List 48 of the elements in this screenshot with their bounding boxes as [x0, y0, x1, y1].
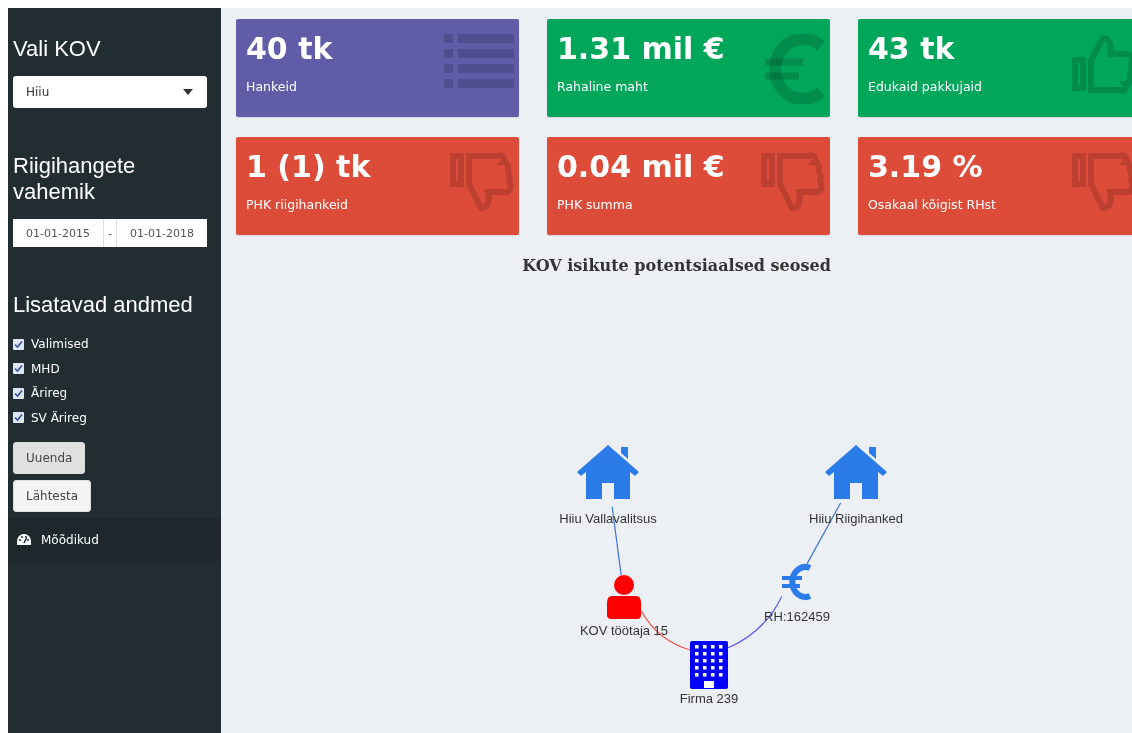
- graph-title: KOV isikute potentsiaalsed seosed: [521, 256, 832, 275]
- section-heading: Vali KOV: [13, 35, 102, 62]
- building-icon[interactable]: [690, 641, 728, 689]
- node-label: Firma 239: [679, 691, 739, 706]
- action-button[interactable]: Lähtesta: [13, 480, 92, 512]
- checkbox[interactable]: [13, 338, 24, 350]
- section-heading: Lisatavad andmed: [13, 292, 194, 318]
- house-icon[interactable]: [575, 443, 641, 499]
- checkbox[interactable]: [13, 412, 24, 424]
- start-date-field[interactable]: 01-01-2015: [13, 219, 103, 247]
- value-label: Hankeid: [246, 79, 297, 94]
- action-button[interactable]: Uuenda: [13, 442, 86, 474]
- value-label: PHK summa: [557, 197, 633, 212]
- value-label: PHK riigihankeid: [246, 197, 348, 212]
- value-number: 0.04 mil €: [557, 149, 725, 185]
- thumbs-up-icon: [1072, 34, 1132, 94]
- euro-icon[interactable]: [782, 561, 812, 603]
- value-number: 3.19 %: [868, 149, 983, 185]
- list-icon: [444, 34, 514, 90]
- thumbs-down-icon: [1072, 152, 1132, 212]
- value-number: 40 tk: [246, 31, 333, 67]
- node-label: Hiiu Vallavalitsus: [559, 511, 657, 526]
- checkbox-label: MHD: [31, 361, 60, 376]
- checkbox[interactable]: [13, 363, 24, 375]
- checkbox-label: SV Ärireg: [31, 410, 87, 425]
- value-number: 43 tk: [868, 31, 955, 67]
- checkbox-label: Ärireg: [31, 386, 68, 401]
- dashboard-icon: [17, 534, 31, 545]
- checkbox[interactable]: [13, 387, 24, 399]
- range-separator: -: [103, 219, 117, 247]
- kov-select[interactable]: Hiiu: [13, 76, 207, 108]
- value-number: 1.31 mil €: [557, 31, 725, 67]
- caret-icon: [183, 89, 193, 95]
- value-number: 1 (1) tk: [246, 149, 371, 185]
- section-heading: Riigihangete vahemik: [13, 153, 137, 205]
- checkbox-label: Valimised: [31, 337, 89, 352]
- value-label: Osakaal kõigist RHst: [868, 197, 996, 212]
- value-label: Rahaline maht: [557, 79, 648, 94]
- thumbs-down-icon: [761, 152, 825, 212]
- node-label: KOV töötaja 15: [579, 623, 669, 638]
- house-icon[interactable]: [823, 443, 889, 499]
- end-date-field[interactable]: 01-01-2018: [117, 219, 207, 247]
- thumbs-down-icon: [450, 152, 514, 212]
- menu-item[interactable]: Mõõdikud: [8, 518, 221, 561]
- person-icon[interactable]: [606, 575, 642, 619]
- value-label: Edukaid pakkujaid: [868, 79, 982, 94]
- euro-icon: [765, 34, 825, 104]
- node-label: Hiiu Riigihanked: [809, 511, 903, 526]
